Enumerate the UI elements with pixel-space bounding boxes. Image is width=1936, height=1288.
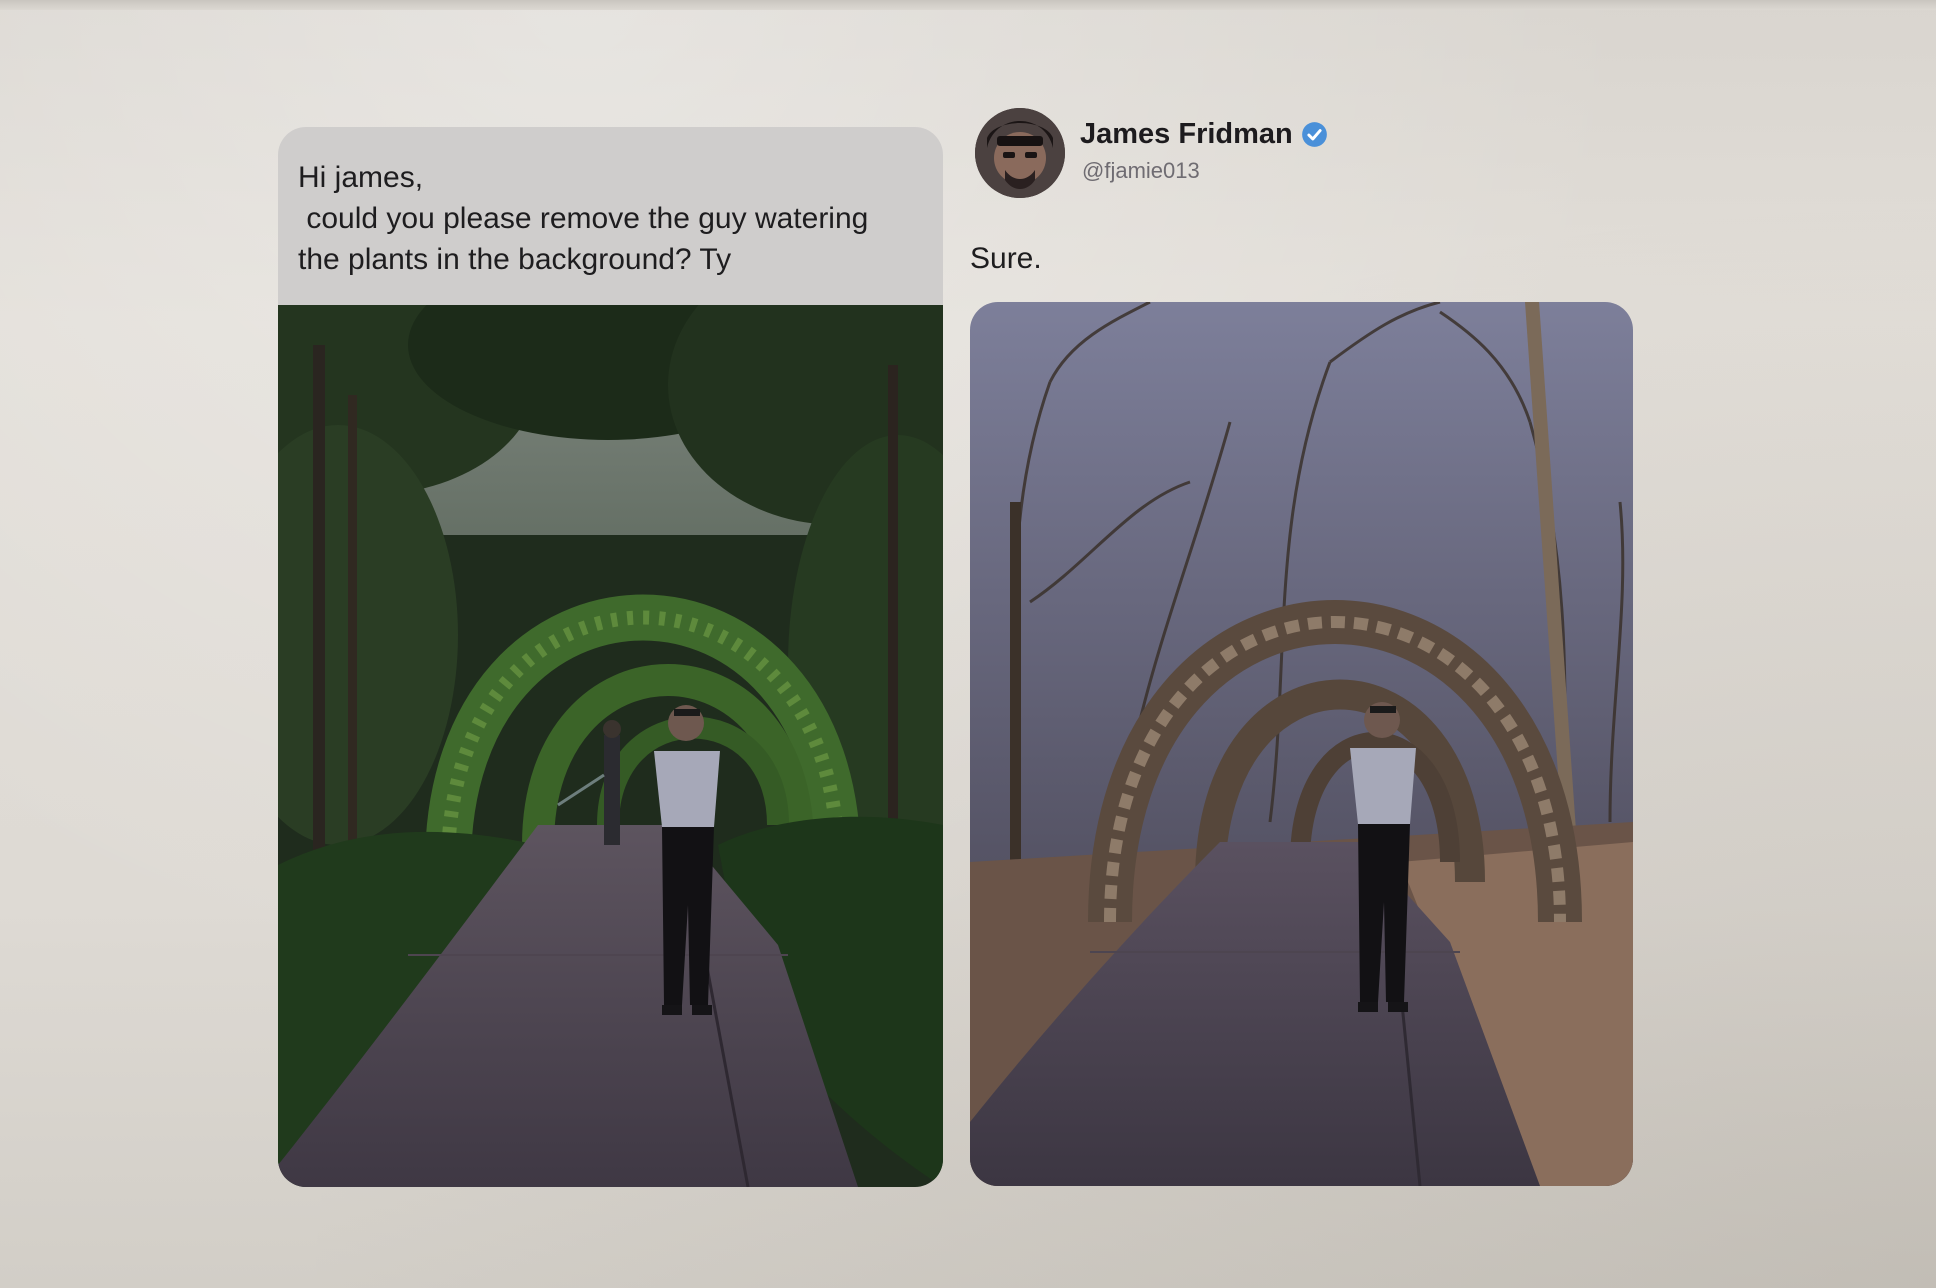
request-card: Hi james, could you please remove the gu… bbox=[278, 127, 943, 1187]
reply-tweet: James Fridman @fjamie013 Sure. bbox=[965, 100, 1665, 1190]
handle[interactable]: @fjamie013 bbox=[1082, 158, 1200, 184]
reply-text: Sure. bbox=[970, 242, 1042, 275]
request-message: Hi james, could you please remove the gu… bbox=[298, 161, 869, 276]
verified-badge-icon bbox=[1301, 121, 1328, 148]
display-name[interactable]: James Fridman bbox=[1080, 118, 1293, 151]
avatar[interactable] bbox=[975, 108, 1065, 198]
original-photo[interactable] bbox=[278, 305, 943, 1187]
edited-photo[interactable] bbox=[970, 302, 1633, 1186]
display-name-row: James Fridman bbox=[1080, 118, 1328, 151]
monitor-top-edge bbox=[0, 0, 1936, 10]
